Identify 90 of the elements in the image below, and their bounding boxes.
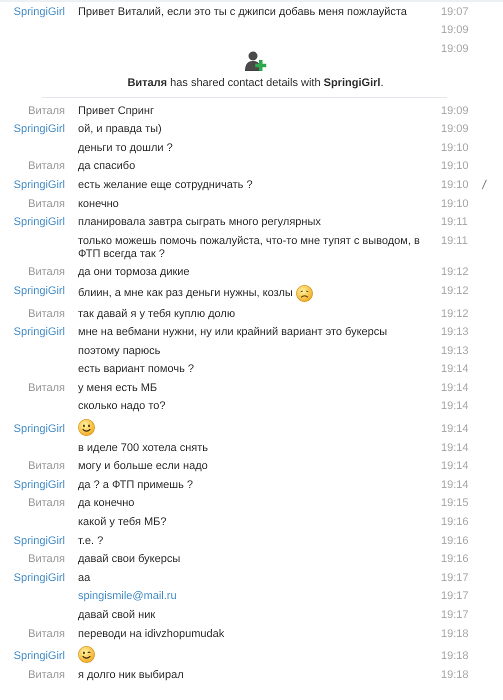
message-time: 19:14 [441,478,470,492]
message-time: 19:11 [441,234,469,248]
message-text: я долго ник выбирал [78,668,184,682]
sender-name[interactable]: Виталя [28,460,65,472]
message-time: 19:10 [441,198,470,211]
sender-name[interactable]: Виталя [28,104,65,117]
sender-name[interactable]: Виталя [28,160,65,172]
message-text: давай свой ник [78,609,156,622]
message-time: 19:09 [441,104,470,118]
sender-name[interactable]: SpringiGirl [14,178,65,191]
message-text: сколько надо то? [78,400,166,414]
message-text: Привет Виталий, если это ты с джипси добавь меня пожлауйста [78,6,407,19]
message-time: 19:15 [441,497,470,510]
message-text: да конечно [78,497,134,510]
message-time: 19:18 [441,628,470,641]
message-time: 19:09 [441,123,470,136]
message-text: да они тормоза дикие [78,266,190,280]
message-time: 19:09 [441,42,470,56]
message-time: 19:16 [441,534,470,548]
message-time: 19:14 [441,423,470,436]
message-time: 19:14 [441,400,470,414]
message-text: да ? а ФТП примешь ? [78,478,193,492]
message-time: 19:14 [441,363,470,376]
sender-name[interactable]: SpringiGirl [14,123,65,136]
message-text: давай свои букерсы [78,553,180,566]
sender-name[interactable]: SpringiGirl [14,478,65,491]
sender-name[interactable]: SpringiGirl [14,534,65,547]
message-text: Привет Спринг [78,104,154,118]
message-text: какой у тебя МБ? [78,516,166,530]
sender-name[interactable]: Виталя [28,308,65,320]
message-text: конечно [78,198,119,211]
message-text: блиин, а мне как раз деньги нужны, козлы [78,286,293,300]
message-text: так давай я у тебя куплю долю [78,308,236,321]
sender-name[interactable]: SpringiGirl [14,650,65,662]
message-text: планировала завтра сыграть много регулярных [78,216,321,230]
sender-name[interactable]: SpringiGirl [14,284,65,297]
message-time: 19:16 [441,516,470,530]
sender-name[interactable]: SpringiGirl [14,423,65,436]
message-text: есть вариант помочь ? [78,363,194,376]
message-text: могу и больше если надо [78,460,208,474]
wink-emoticon-icon [78,646,95,664]
message-text: переводи на idivzhopumudak [78,628,224,641]
message-time: 19:10 [441,160,470,174]
message-text: деньги то дошли ? [78,142,173,155]
message-time: 19:14 [441,382,470,395]
sender-name[interactable]: SpringiGirl [14,216,65,228]
message-text: только можешь помочь пожалуйста, что-то мне тупят с выводом, в ФТП всегда так ? [78,234,421,261]
message-time: 19:13 [441,344,470,358]
message-text: поэтому парюсь [78,344,160,358]
message-time: 19:18 [441,668,470,682]
message-text: в иделе 700 хотела снять [78,442,208,455]
sender-name[interactable]: Виталя [28,628,65,640]
pencil-icon [481,178,487,190]
sender-name[interactable]: Виталя [28,266,65,278]
sender-name[interactable]: Виталя [28,668,65,681]
message-time: 19:10 [441,178,470,192]
message-time: 19:11 [441,216,469,230]
message-time: 19:12 [441,266,470,280]
message-time: 19:14 [441,460,470,474]
add-contact-icon [244,50,266,71]
message-time: 19:07 [441,6,470,19]
message-time: 19:16 [441,553,470,566]
sad-emoticon-icon [296,284,313,302]
sender-name[interactable]: Виталя [28,198,65,210]
message-time: 19:14 [441,442,470,455]
message-time: 19:18 [441,650,470,664]
message-time: 19:17 [441,572,470,585]
message-time: 19:12 [441,284,470,298]
message-text: ой, и правда ты) [78,123,162,136]
message-time: 19:17 [441,590,470,604]
message-text: да спасибо [78,160,136,174]
sender-name[interactable]: Виталя [28,382,65,394]
smile-emoticon-icon [78,419,95,436]
contact-shared-notice: Виталя has shared contact details with SpringiGirl. [127,76,384,90]
message-text: есть желание еще сотрудничать ? [78,178,253,192]
message-time: 19:09 [441,24,470,38]
sender-name[interactable]: Виталя [28,553,65,566]
message-text: аа [78,572,90,585]
sender-name[interactable]: SpringiGirl [14,6,65,18]
message-text: мне на вебмани нужни, ну или крайний вариант это букерсы [78,326,388,340]
email-link[interactable]: spingismile@mail.ru [78,590,177,604]
message-time: 19:10 [441,142,470,155]
sender-name[interactable]: SpringiGirl [14,326,65,338]
message-time: 19:12 [441,308,470,321]
sender-name[interactable]: SpringiGirl [14,572,65,584]
sender-name[interactable]: Виталя [28,497,65,510]
message-text: у меня есть МБ [78,382,158,395]
message-time: 19:17 [441,609,470,622]
message-text: т.е. ? [78,534,104,548]
message-time: 19:13 [441,326,470,340]
